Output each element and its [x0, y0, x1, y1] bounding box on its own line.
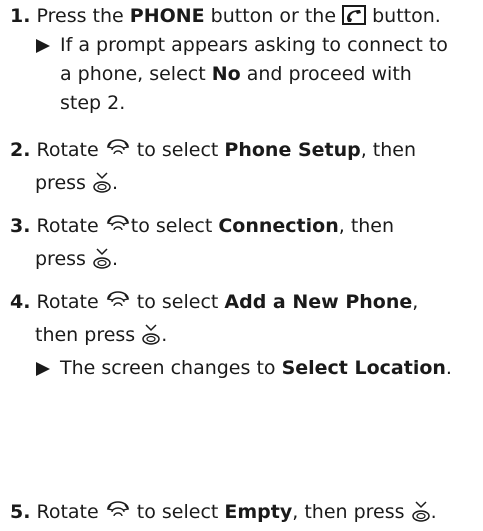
step-1-note: If a prompt appears asking to connect to — [10, 31, 478, 60]
interface-selector-rotate-icon — [105, 500, 131, 531]
arrow-bullet-icon — [36, 39, 50, 53]
phone-button-label: PHONE — [129, 5, 205, 27]
phone-handset-button-icon — [342, 5, 367, 25]
interface-selector-press-icon — [92, 247, 112, 278]
step-3: 3. Rotate to select Connection, then pre… — [10, 212, 478, 278]
step-number: 4. — [10, 291, 31, 313]
step-2: 2. Rotate to select Phone Setup, then pr… — [10, 136, 478, 202]
interface-selector-rotate-icon — [105, 290, 131, 321]
step-1: 1. Press the PHONE button or the button.… — [10, 2, 478, 118]
arrow-bullet-icon — [36, 362, 50, 376]
step-number: 1. — [10, 5, 31, 27]
step-5: 5. Rotate to select Empty, then press . — [10, 498, 478, 531]
step-number: 3. — [10, 215, 31, 237]
interface-selector-rotate-icon — [105, 214, 131, 245]
interface-selector-press-icon — [92, 171, 112, 202]
step-number: 2. — [10, 139, 31, 161]
step-4: 4. Rotate to select Add a New Phone, the… — [10, 288, 478, 383]
interface-selector-rotate-icon — [105, 138, 131, 169]
interface-selector-press-icon — [411, 500, 431, 531]
step-number: 5. — [10, 501, 31, 523]
step-4-note: The screen changes to Select Location. — [10, 354, 478, 383]
step-1-line-1: 1. Press the PHONE button or the button. — [10, 5, 441, 27]
interface-selector-press-icon — [141, 323, 161, 354]
